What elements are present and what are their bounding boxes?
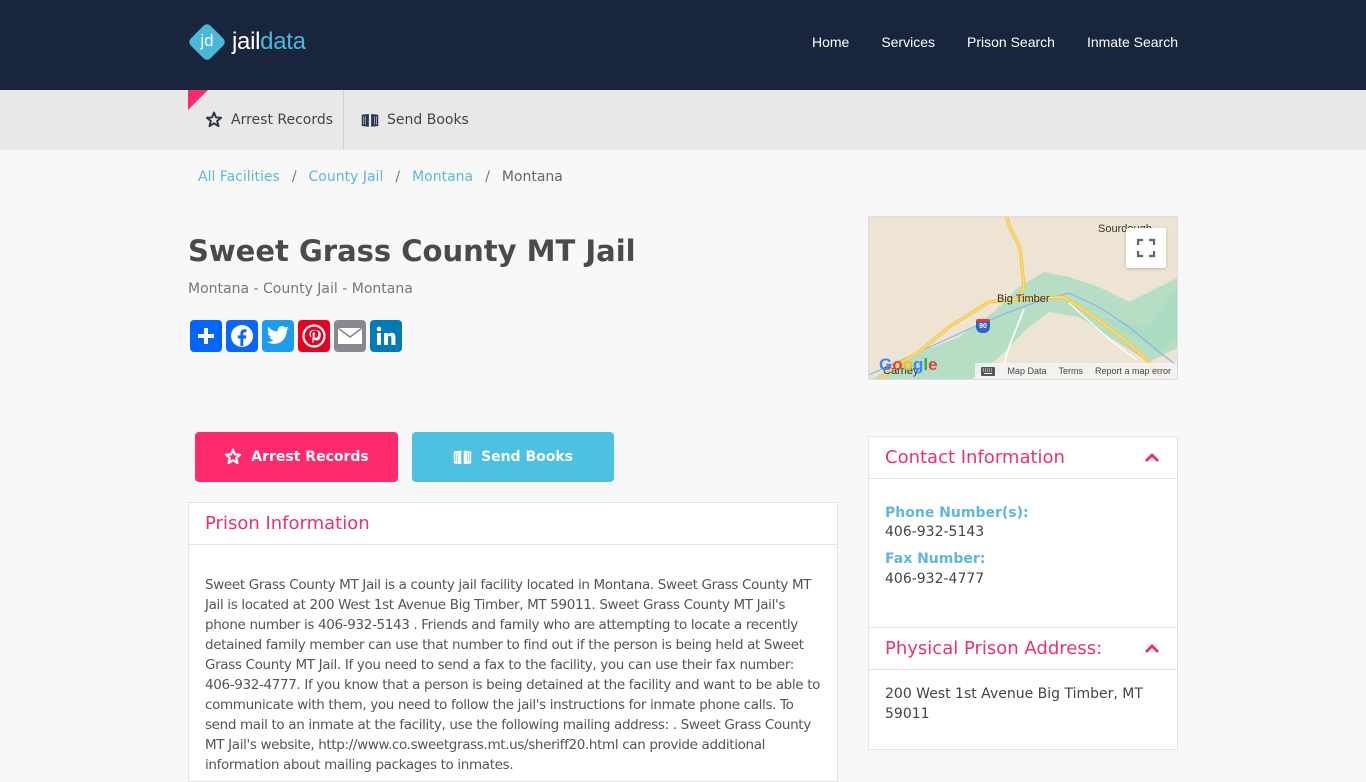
nav-services[interactable]: Services [881, 34, 935, 50]
top-navbar: jd jaildata Home Services Prison Search … [0, 0, 1366, 90]
nav-home[interactable]: Home [812, 34, 849, 50]
breadcrumb-current: Montana [501, 169, 563, 185]
nav-prison-search[interactable]: Prison Search [967, 34, 1055, 50]
map-footer: Map Data Terms Report a map error [975, 363, 1177, 379]
share-button[interactable] [190, 320, 222, 352]
subnav-arrest-records[interactable]: Arrest Records [205, 90, 333, 150]
prison-information-text: Sweet Grass County MT Jail is a county j… [205, 577, 821, 773]
keyboard-icon[interactable] [981, 366, 996, 376]
jaildata-logo[interactable]: jd jaildata [187, 22, 306, 62]
breadcrumb-all-facilities[interactable]: All Facilities [198, 169, 280, 185]
contact-information-heading: Contact Information [885, 447, 1065, 468]
physical-address-heading: Physical Prison Address: [885, 638, 1103, 659]
arrest-records-button[interactable]: Arrest Records [195, 432, 398, 482]
fullscreen-icon [1136, 238, 1156, 258]
contact-information-panel: Contact Information Phone Number(s): 406… [868, 436, 1178, 750]
address-line-2: 59011 [885, 706, 930, 722]
contact-information-header[interactable]: Contact Information [869, 437, 1177, 479]
open-book-icon [453, 450, 472, 465]
page-subtitle: Montana - County Jail - Montana [188, 281, 413, 297]
linkedin-share-button[interactable] [370, 320, 402, 352]
chevron-up-icon[interactable] [1143, 640, 1161, 658]
facebook-icon [231, 325, 253, 347]
google-logo: Google [879, 355, 938, 374]
map-report-error-link[interactable]: Report a map error [1095, 366, 1171, 376]
prison-information-heading: Prison Information [189, 503, 837, 545]
phone-label: Phone Number(s): [885, 505, 1029, 521]
prison-information-panel: Prison Information Sweet Grass County MT… [188, 502, 838, 782]
twitter-share-button[interactable] [262, 320, 294, 352]
sheriff-star-icon [225, 448, 242, 465]
interstate-90-shield-icon: 90 [976, 319, 990, 333]
linkedin-icon [376, 326, 396, 345]
open-book-icon [361, 114, 379, 127]
fax-label: Fax Number: [885, 551, 986, 567]
nav-inmate-search[interactable]: Inmate Search [1087, 34, 1178, 50]
subnav-send-books-label: Send Books [387, 112, 469, 128]
share-buttons [190, 320, 402, 352]
send-books-button[interactable]: Send Books [412, 432, 614, 482]
subnav-arrest-records-label: Arrest Records [231, 112, 334, 128]
location-map[interactable]: Big Timber Sourdough Carney 90 Google Ma… [868, 216, 1178, 380]
email-share-button[interactable] [334, 320, 366, 352]
facebook-share-button[interactable] [226, 320, 258, 352]
physical-address-header[interactable]: Physical Prison Address: [869, 628, 1177, 670]
map-label-big-timber: Big Timber [997, 293, 1050, 305]
map-data-link[interactable]: Map Data [1007, 366, 1046, 376]
send-books-button-label: Send Books [481, 449, 573, 465]
breadcrumb: All Facilities / County Jail / Montana /… [198, 169, 563, 185]
pinterest-icon [302, 324, 326, 348]
breadcrumb-montana[interactable]: Montana [412, 169, 473, 185]
subnav-divider [343, 90, 344, 150]
logo-mark-icon: jd [187, 22, 227, 62]
address-line-1: 200 West 1st Avenue Big Timber, MT [885, 686, 1143, 702]
chevron-up-icon[interactable] [1143, 449, 1161, 467]
arrest-records-button-label: Arrest Records [251, 449, 369, 465]
breadcrumb-separator: / [291, 169, 297, 185]
page-title: Sweet Grass County MT Jail [188, 234, 636, 268]
breadcrumb-separator: / [485, 169, 490, 185]
pinterest-share-button[interactable] [298, 320, 330, 352]
envelope-icon [338, 327, 362, 344]
secondary-nav: Arrest Records Send Books [0, 90, 1366, 150]
breadcrumb-county-jail[interactable]: County Jail [309, 169, 384, 185]
twitter-icon [267, 326, 289, 344]
logo-text: jaildata [232, 28, 306, 55]
map-fullscreen-button[interactable] [1126, 228, 1166, 268]
breadcrumb-separator: / [395, 169, 401, 185]
map-terms-link[interactable]: Terms [1058, 366, 1083, 376]
main-nav: Home Services Prison Search Inmate Searc… [780, 34, 1178, 50]
sheriff-star-icon [205, 111, 223, 128]
subnav-send-books[interactable]: Send Books [361, 90, 469, 150]
plus-icon [198, 328, 214, 344]
phone-number: 406-932-5143 [885, 524, 985, 540]
fax-number: 406-932-4777 [885, 571, 985, 587]
